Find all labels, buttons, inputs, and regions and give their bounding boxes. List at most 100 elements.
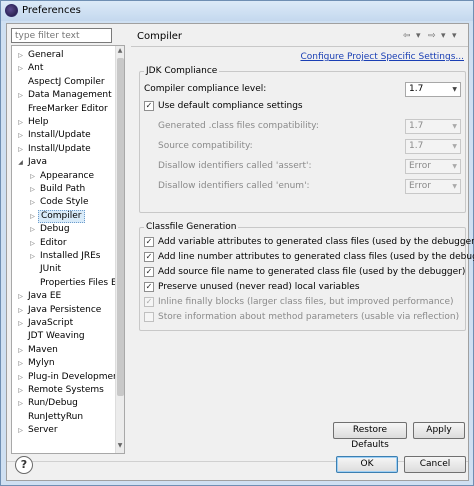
collapsed-arrow-icon[interactable]: ▷: [17, 317, 24, 330]
collapsed-arrow-icon[interactable]: ▷: [17, 384, 24, 397]
collapsed-arrow-icon[interactable]: ▷: [17, 143, 24, 156]
tree-item-label: Server: [28, 425, 58, 436]
collapsed-arrow-icon[interactable]: ▷: [17, 397, 24, 410]
tree-item-label: Appearance: [40, 170, 95, 181]
forward-dropdown-icon[interactable]: ▾: [441, 31, 446, 41]
title-bar[interactable]: Preferences: [1, 1, 473, 21]
compliance-setting-select[interactable]: 1.7 ▼: [405, 119, 461, 134]
tree-item[interactable]: ▷ Server: [12, 424, 116, 437]
tree-item[interactable]: ▷ Installed JREs: [12, 250, 116, 263]
collapsed-arrow-icon[interactable]: ▷: [17, 49, 24, 62]
tree-item[interactable]: ▷ Install/Update: [12, 129, 116, 142]
checked-box-icon: ✓: [144, 252, 154, 262]
classfile-option-checkbox[interactable]: ✓ Add source file name to generated class…: [144, 265, 465, 279]
tree-item[interactable]: ◢ Java: [12, 156, 116, 169]
compliance-setting-value: 1.7: [409, 121, 424, 131]
collapsed-arrow-icon[interactable]: ▷: [17, 290, 24, 303]
collapsed-arrow-icon[interactable]: ▷: [17, 89, 24, 102]
tree-item[interactable]: ▷ Plug-in Development: [12, 371, 122, 384]
tree-item[interactable]: ▷ Data Management: [12, 89, 116, 102]
tree-item[interactable]: ▷ JavaScript: [12, 317, 116, 330]
apply-button[interactable]: Apply: [413, 422, 465, 439]
preferences-tree: ▷ General ▷ Ant AspectJ Compiler ▷ Data Manage…: [11, 45, 125, 454]
use-default-compliance-checkbox[interactable]: ✓ Use default compliance settings: [144, 99, 394, 113]
collapsed-arrow-icon[interactable]: ▷: [29, 223, 36, 236]
tree-item[interactable]: ▷ Editor: [12, 237, 116, 250]
scroll-down-icon[interactable]: ▼: [116, 442, 124, 452]
collapsed-arrow-icon[interactable]: ▷: [29, 170, 36, 183]
tree-item[interactable]: ▷ Remote Systems: [12, 384, 116, 397]
tree-item[interactable]: ▷ Debug: [12, 223, 116, 236]
collapsed-arrow-icon[interactable]: ▷: [29, 210, 36, 223]
tree-item[interactable]: ▷ Run/Debug: [12, 397, 116, 410]
tree-item[interactable]: ▷ Compiler: [12, 209, 116, 223]
restore-defaults-button[interactable]: Restore Defaults: [333, 422, 407, 450]
cancel-button[interactable]: Cancel: [404, 456, 466, 473]
collapsed-arrow-icon[interactable]: ▷: [17, 116, 24, 129]
collapsed-arrow-icon[interactable]: ▷: [17, 424, 24, 437]
compliance-setting-label: Generated .class files compatibility:: [158, 121, 319, 131]
tree-item-label: Compiler: [38, 209, 85, 223]
tree-item[interactable]: FreeMarker Editor: [12, 103, 116, 116]
collapsed-arrow-icon[interactable]: ▷: [17, 357, 24, 370]
compliance-setting-select[interactable]: Error ▼: [405, 179, 461, 194]
collapsed-arrow-icon[interactable]: ▷: [17, 344, 24, 357]
expanded-arrow-icon[interactable]: ◢: [17, 156, 24, 169]
classfile-option-checkbox[interactable]: ✓ Preserve unused (never read) local vari…: [144, 280, 462, 294]
classfile-option-checkbox[interactable]: ✓ Add line number attributes to generated…: [144, 250, 474, 264]
tree-item[interactable]: ▷ Install/Update: [12, 143, 116, 156]
scrollbar-thumb[interactable]: [117, 58, 124, 396]
tree-item[interactable]: JUnit: [12, 263, 116, 276]
tree-item[interactable]: ▷ Help: [12, 116, 116, 129]
tree-item-label: Remote Systems: [28, 385, 104, 395]
classfile-option-checkbox[interactable]: ✓ Add variable attributes to generated cl…: [144, 235, 474, 249]
forward-icon[interactable]: ⇨: [428, 31, 436, 41]
tree-item-label: Mylyn: [28, 358, 55, 369]
tree-item[interactable]: ▷ Build Path: [12, 183, 116, 196]
collapsed-arrow-icon[interactable]: ▷: [17, 371, 24, 384]
chevron-down-icon: ▼: [452, 163, 457, 170]
tree-item-label: Plug-in Development: [28, 371, 123, 382]
tree-item[interactable]: AspectJ Compiler: [12, 76, 116, 89]
collapsed-arrow-icon[interactable]: ▷: [17, 129, 24, 142]
compliance-setting-value: 1.7: [409, 141, 424, 151]
tree-item[interactable]: ▷ Ant: [12, 62, 116, 75]
back-dropdown-icon[interactable]: ▾: [416, 31, 421, 41]
configure-project-settings-link[interactable]: Configure Project Specific Settings...: [300, 52, 464, 62]
filter-input[interactable]: [11, 28, 112, 43]
classfile-option-checkbox[interactable]: ✓ Inline finally blocks (larger class fil…: [144, 295, 462, 309]
collapsed-arrow-icon[interactable]: ▷: [29, 196, 36, 209]
compliance-level-value: 1.7: [409, 84, 424, 94]
tree-scrollbar[interactable]: ▲ ▼: [115, 46, 124, 453]
eclipse-icon: [5, 4, 18, 17]
collapsed-arrow-icon[interactable]: ▷: [29, 183, 36, 196]
window-title: Preferences: [22, 5, 81, 16]
tree-item[interactable]: JDT Weaving: [12, 330, 116, 343]
collapsed-arrow-icon[interactable]: ▷: [29, 237, 36, 250]
tree-item[interactable]: Properties Files Ed: [12, 277, 122, 290]
tree-item[interactable]: ▷ Appearance: [12, 170, 116, 183]
tree-item[interactable]: ▷ Java EE: [12, 290, 116, 303]
collapsed-arrow-icon[interactable]: ▷: [17, 304, 24, 317]
compliance-setting-select[interactable]: 1.7 ▼: [405, 139, 461, 154]
compliance-level-select[interactable]: 1.7 ▼: [405, 82, 461, 97]
tree-item[interactable]: RunJettyRun: [12, 411, 116, 424]
unchecked-box-icon: [144, 312, 154, 322]
tree-item[interactable]: ▷ Java Persistence: [12, 304, 116, 317]
chevron-down-icon: ▼: [452, 86, 457, 93]
back-icon[interactable]: ⇦: [403, 31, 411, 41]
checked-box-icon: ✓: [144, 237, 154, 247]
tree-item[interactable]: ▷ Code Style: [12, 196, 116, 209]
classfile-option-checkbox[interactable]: Store information about method parameter…: [144, 310, 462, 324]
view-menu-icon[interactable]: ▾: [452, 31, 457, 41]
tree-item[interactable]: ▷ General: [12, 49, 116, 62]
tree-item[interactable]: ▷ Maven: [12, 344, 116, 357]
tree-item[interactable]: ▷ Mylyn: [12, 357, 116, 370]
compliance-setting-select[interactable]: Error ▼: [405, 159, 461, 174]
ok-button[interactable]: OK: [336, 456, 398, 473]
help-icon[interactable]: ?: [15, 456, 33, 474]
collapsed-arrow-icon[interactable]: ▷: [29, 250, 36, 263]
collapsed-arrow-icon[interactable]: ▷: [17, 62, 24, 75]
scroll-up-icon[interactable]: ▲: [116, 47, 124, 57]
classfile-option-label: Preserve unused (never read) local varia…: [158, 282, 360, 292]
